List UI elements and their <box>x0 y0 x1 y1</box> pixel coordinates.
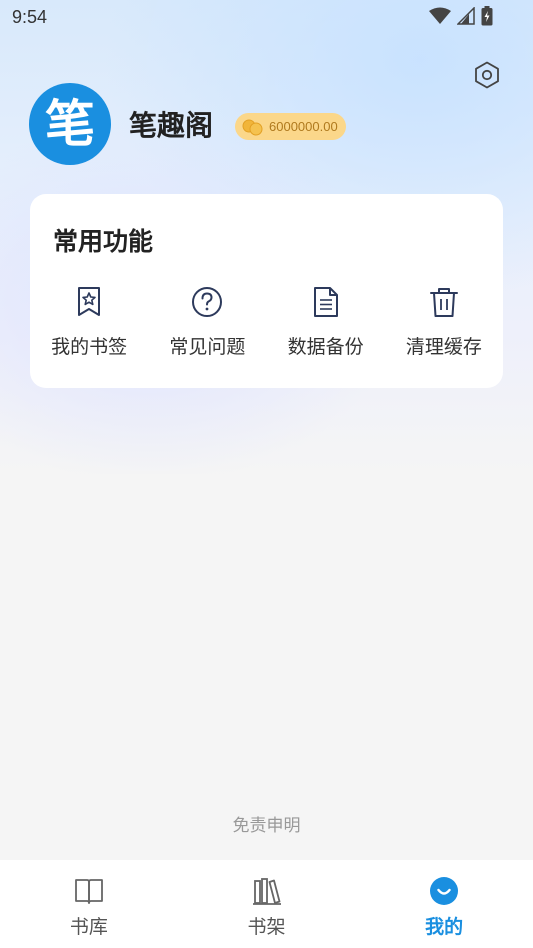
tab-label: 书架 <box>247 916 286 938</box>
battery-icon <box>481 6 493 26</box>
bookshelf-icon <box>252 878 281 905</box>
tab-library[interactable]: 书库 <box>0 860 178 948</box>
document-icon <box>313 287 338 317</box>
card-title: 常用功能 <box>53 227 154 256</box>
coin-balance-badge[interactable]: 6000000.00 <box>235 113 346 140</box>
avatar-logo: 笔 <box>45 94 95 153</box>
function-label: 数据备份 <box>287 336 364 358</box>
avatar[interactable]: 笔 <box>29 83 111 165</box>
settings-icon[interactable] <box>472 60 502 90</box>
status-bar: 9:54 <box>0 0 533 36</box>
my-bookmarks-button[interactable]: 我的书签 <box>30 286 148 359</box>
open-book-icon <box>74 879 103 904</box>
function-label: 常见问题 <box>169 336 246 358</box>
wifi-icon <box>429 7 451 24</box>
tab-mine[interactable]: 我的 <box>355 860 533 948</box>
tab-bookshelf[interactable]: 书架 <box>178 860 356 948</box>
cellular-signal-icon <box>457 7 475 25</box>
coins-icon <box>242 119 263 135</box>
user-name: 笔趣阁 <box>129 109 214 142</box>
function-label: 清理缓存 <box>405 336 482 358</box>
tab-label: 书库 <box>69 916 108 938</box>
function-label: 我的书签 <box>51 336 128 358</box>
trash-icon <box>429 288 458 317</box>
clear-cache-button[interactable]: 清理缓存 <box>385 286 503 359</box>
question-icon <box>192 287 223 317</box>
common-functions-card: 常用功能 我的书签 常见问题 数据备份 清理缓存 <box>30 194 503 388</box>
coin-balance: 6000000.00 <box>269 119 338 134</box>
status-time: 9:54 <box>12 7 48 27</box>
tab-label: 我的 <box>425 916 464 938</box>
faq-button[interactable]: 常见问题 <box>148 286 266 359</box>
status-icons <box>429 6 493 26</box>
data-backup-button[interactable]: 数据备份 <box>267 286 385 359</box>
bottom-tab-bar: 书库 书架 我的 <box>0 860 533 948</box>
smile-icon <box>430 877 459 905</box>
disclaimer-link[interactable]: 免责申明 <box>0 811 533 836</box>
function-list: 我的书签 常见问题 数据备份 清理缓存 <box>30 286 503 359</box>
bookmark-icon <box>78 287 101 316</box>
